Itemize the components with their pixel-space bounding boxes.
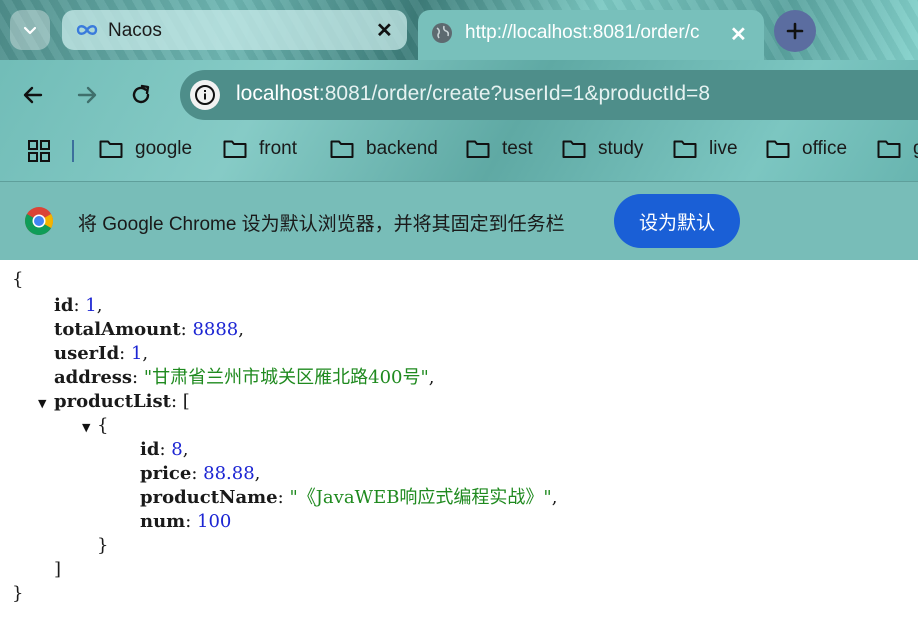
- browser-chrome: Nacos ✕ http://localhost:8081/order/c ✕ …: [0, 0, 918, 260]
- folder-icon: [562, 140, 586, 158]
- bookmark-label: front: [259, 138, 298, 159]
- arrow-right-icon: [77, 86, 97, 104]
- globe-icon: [432, 23, 452, 43]
- json-item-open-brace: {: [97, 415, 109, 436]
- url-path: :8081/order/create?userId=1&productId=8: [318, 82, 710, 105]
- folder-icon: [466, 140, 490, 158]
- bookmark-label: g: [913, 138, 918, 160]
- address-bar[interactable]: localhost:8081/order/create?userId=1&pro…: [180, 70, 918, 120]
- json-key: userId: [54, 343, 120, 364]
- json-line-num: num: 100: [140, 511, 232, 532]
- bookmark-folder-test[interactable]: test: [466, 138, 533, 160]
- bookmark-label: test: [502, 138, 533, 159]
- tab-order-create[interactable]: http://localhost:8081/order/c ✕: [418, 10, 764, 60]
- infobar-message: 将 Google Chrome 设为默认浏览器，并将其固定到任务栏: [78, 214, 565, 235]
- json-number: 1: [85, 295, 97, 316]
- reload-button[interactable]: [124, 78, 158, 112]
- json-viewer: { id: 1, totalAmount: 8888, userId: 1, a…: [0, 262, 918, 623]
- json-key: num: [140, 511, 186, 532]
- tab-search-button[interactable]: [10, 10, 50, 50]
- json-bracket: [: [182, 391, 190, 412]
- bookmark-folder-backend[interactable]: backend: [330, 138, 438, 160]
- bookmark-folder-office[interactable]: office: [766, 138, 847, 160]
- new-tab-button[interactable]: [774, 10, 816, 52]
- close-tab-icon[interactable]: ✕: [376, 18, 393, 43]
- json-string: "《JavaWEB响应式编程实战》": [289, 487, 552, 508]
- json-line-product-name: productName: "《JavaWEB响应式编程实战》",: [140, 487, 558, 508]
- json-key: id: [54, 295, 74, 316]
- site-info-button[interactable]: [190, 80, 220, 110]
- json-line-user-id: userId: 1,: [54, 343, 149, 364]
- chrome-logo-icon: [25, 207, 53, 235]
- json-line-total-amount: totalAmount: 8888,: [54, 319, 244, 340]
- bookmark-label: study: [598, 138, 644, 159]
- json-close-brace: }: [12, 583, 24, 604]
- json-string: "甘肃省兰州市城关区雁北路400号": [143, 367, 429, 388]
- json-line-address: address: "甘肃省兰州市城关区雁北路400号",: [54, 367, 435, 388]
- arrow-left-icon: [23, 86, 43, 104]
- json-number: 1: [130, 343, 143, 364]
- chevron-down-icon: [23, 26, 37, 35]
- info-icon: [195, 85, 215, 105]
- default-browser-infobar: 将 Google Chrome 设为默认浏览器，并将其固定到任务栏 设为默认: [0, 181, 918, 260]
- json-line-id: id: 1,: [54, 295, 103, 316]
- json-line-product-list: productList: [: [54, 391, 190, 412]
- json-key: productName: [140, 487, 278, 508]
- bookmark-label: google: [135, 138, 193, 159]
- forward-button[interactable]: [70, 78, 104, 112]
- json-number: 8888: [192, 319, 239, 340]
- bookmark-folder-live[interactable]: live: [673, 138, 738, 160]
- json-key: address: [54, 367, 133, 388]
- folder-icon: [223, 140, 247, 158]
- bookmark-folder-g[interactable]: g: [877, 138, 918, 160]
- close-tab-icon[interactable]: ✕: [730, 22, 747, 47]
- bookmarks-separator: [72, 140, 74, 162]
- infinity-icon: [76, 25, 98, 35]
- set-default-button[interactable]: 设为默认: [614, 194, 740, 248]
- folder-icon: [766, 140, 790, 158]
- bookmark-label: backend: [366, 138, 438, 159]
- url-host: localhost: [236, 82, 319, 105]
- json-number: 88.88: [203, 463, 255, 484]
- collapse-triangle-icon[interactable]: ▼: [38, 392, 46, 416]
- json-key: price: [140, 463, 192, 484]
- json-number: 8: [171, 439, 183, 460]
- json-open-brace: {: [12, 269, 24, 290]
- apps-grid-icon[interactable]: [28, 140, 50, 162]
- json-key: totalAmount: [54, 319, 181, 340]
- tab-nacos[interactable]: Nacos ✕: [62, 10, 407, 50]
- json-key: id: [140, 439, 160, 460]
- json-number: 100: [197, 511, 232, 532]
- json-line-product-id: id: 8,: [140, 439, 189, 460]
- bookmark-label: live: [709, 138, 738, 159]
- bookmarks-bar: google front backend test study live off…: [0, 132, 918, 172]
- bookmark-folder-study[interactable]: study: [562, 138, 643, 160]
- reload-icon: [132, 84, 150, 104]
- json-list-close-bracket: ]: [54, 559, 62, 580]
- tab-title: http://localhost:8081/order/c: [465, 22, 700, 43]
- collapse-triangle-icon[interactable]: ▼: [82, 416, 90, 440]
- bookmark-folder-front[interactable]: front: [223, 138, 297, 160]
- tab-title: Nacos: [108, 20, 162, 41]
- folder-icon: [99, 140, 123, 158]
- folder-icon: [330, 140, 354, 158]
- json-item-close-brace: }: [97, 535, 109, 556]
- json-line-price: price: 88.88,: [140, 463, 261, 484]
- folder-icon: [673, 140, 697, 158]
- plus-icon: [786, 22, 804, 40]
- url-text[interactable]: localhost:8081/order/create?userId=1&pro…: [236, 82, 710, 106]
- json-key: productList: [54, 391, 171, 412]
- folder-icon: [877, 140, 901, 158]
- bookmark-label: office: [802, 138, 848, 159]
- bookmark-folder-google[interactable]: google: [99, 138, 192, 160]
- back-button[interactable]: [16, 78, 50, 112]
